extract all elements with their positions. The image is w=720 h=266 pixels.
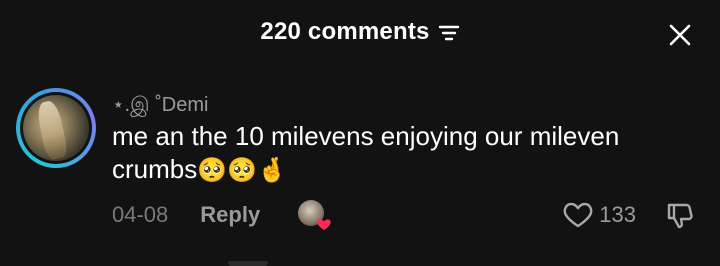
like-button[interactable]: 133 — [563, 200, 636, 230]
sort-filter-icon[interactable] — [438, 22, 460, 44]
avatar-ring-gap — [20, 92, 92, 164]
heart-outline-icon — [563, 202, 593, 228]
creator-liked-badge — [298, 200, 331, 230]
comment-text: me an the 10 milevens enjoying our milev… — [112, 120, 672, 187]
comments-title-group[interactable]: 220 comments — [0, 18, 720, 46]
comments-count-title: 220 comments — [260, 18, 430, 45]
reply-button[interactable]: Reply — [200, 202, 260, 228]
comment-date: 04-08 — [112, 202, 169, 227]
comment-body: me an the 10 milevens enjoying our milev… — [112, 121, 620, 184]
comment-meta: 04-08 Reply — [112, 200, 331, 230]
comment-emojis: 🥺🥺🤞 — [197, 157, 287, 184]
next-comment-peek — [228, 261, 268, 266]
close-button[interactable] — [666, 21, 694, 49]
close-icon — [669, 24, 691, 46]
comment-username[interactable]: ⋆.இ ˚Demi — [112, 92, 208, 119]
heart-badge-icon — [317, 219, 331, 230]
avatar-story-ring[interactable] — [16, 88, 96, 168]
thumbs-down-icon — [667, 203, 693, 229]
dislike-button[interactable] — [664, 200, 696, 230]
avatar — [23, 95, 89, 161]
likes-count: 133 — [599, 202, 636, 227]
comment-item: ⋆.இ ˚Demi me an the 10 milevens enjoying… — [0, 80, 720, 266]
comments-header: 220 comments — [0, 0, 720, 70]
